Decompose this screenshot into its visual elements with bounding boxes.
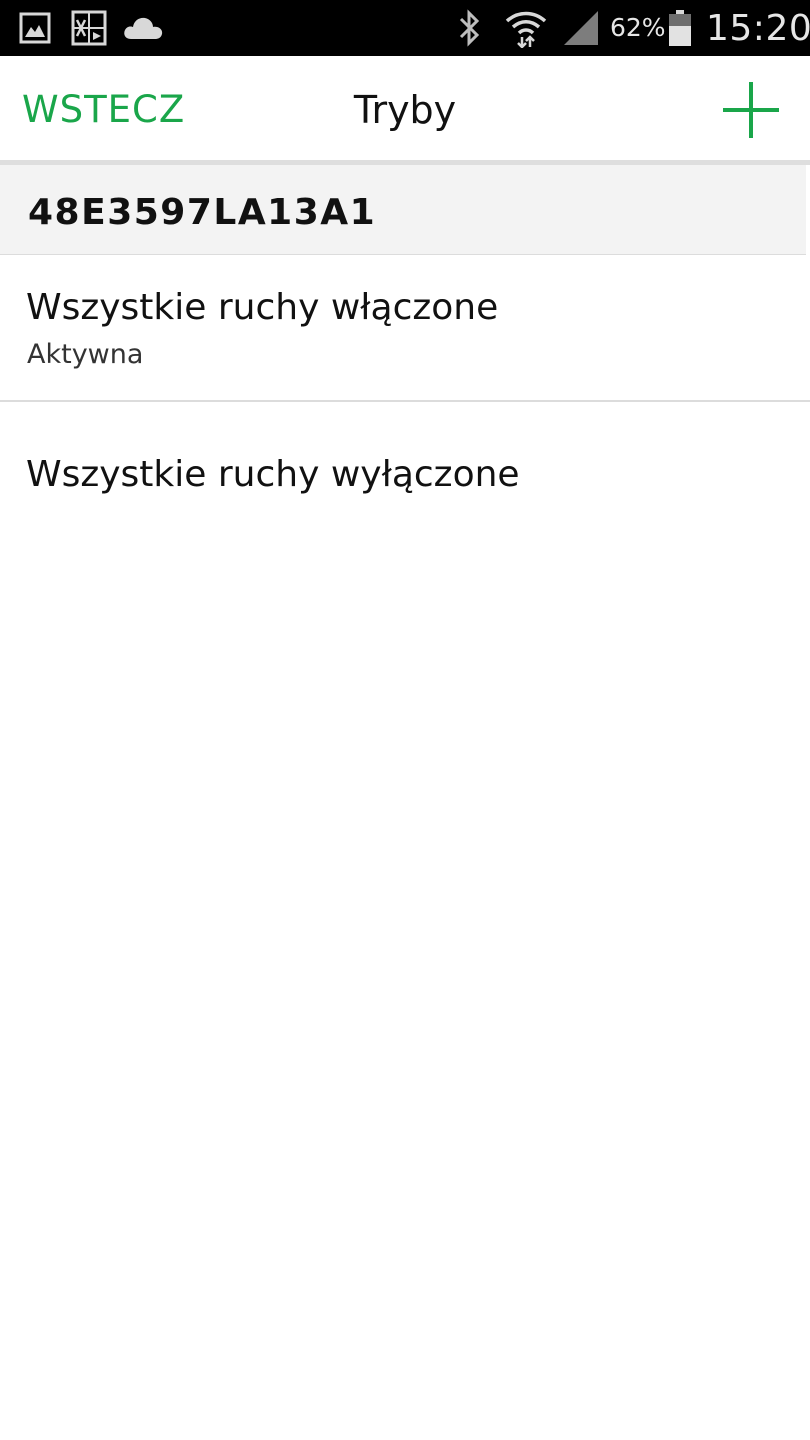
plus-icon: [723, 82, 779, 138]
mode-name: Wszystkie ruchy włączone: [26, 287, 499, 328]
signal-icon: [561, 0, 601, 56]
gallery-icon: [18, 0, 52, 56]
battery-percent: 62%: [610, 13, 666, 42]
mode-name: Wszystkie ruchy wyłączone: [26, 454, 520, 495]
back-button[interactable]: WSTECZ: [22, 56, 185, 160]
device-id: 48E3597LA13A1: [28, 192, 377, 233]
cloud-icon: [122, 0, 164, 56]
clock: 15:20: [706, 8, 810, 49]
add-mode-button[interactable]: [722, 81, 780, 139]
status-bar: 62% 15:20: [0, 0, 810, 56]
device-section-header: 48E3597LA13A1: [0, 165, 806, 255]
app-header: WSTECZ Tryby: [0, 56, 810, 160]
modes-screen: 62% 15:20 WSTECZ Tryby 48E3597LA13A1 Wsz…: [0, 0, 810, 1440]
bluetooth-icon: [454, 0, 486, 56]
screenshot-icon: [70, 0, 108, 56]
mode-item-all-moves-on[interactable]: Wszystkie ruchy włączone Aktywna: [0, 255, 810, 402]
battery-icon: [667, 0, 693, 56]
mode-status-active: Aktywna: [27, 339, 144, 370]
wifi-icon: [503, 0, 549, 56]
mode-item-all-moves-off[interactable]: Wszystkie ruchy wyłączone: [0, 402, 810, 548]
